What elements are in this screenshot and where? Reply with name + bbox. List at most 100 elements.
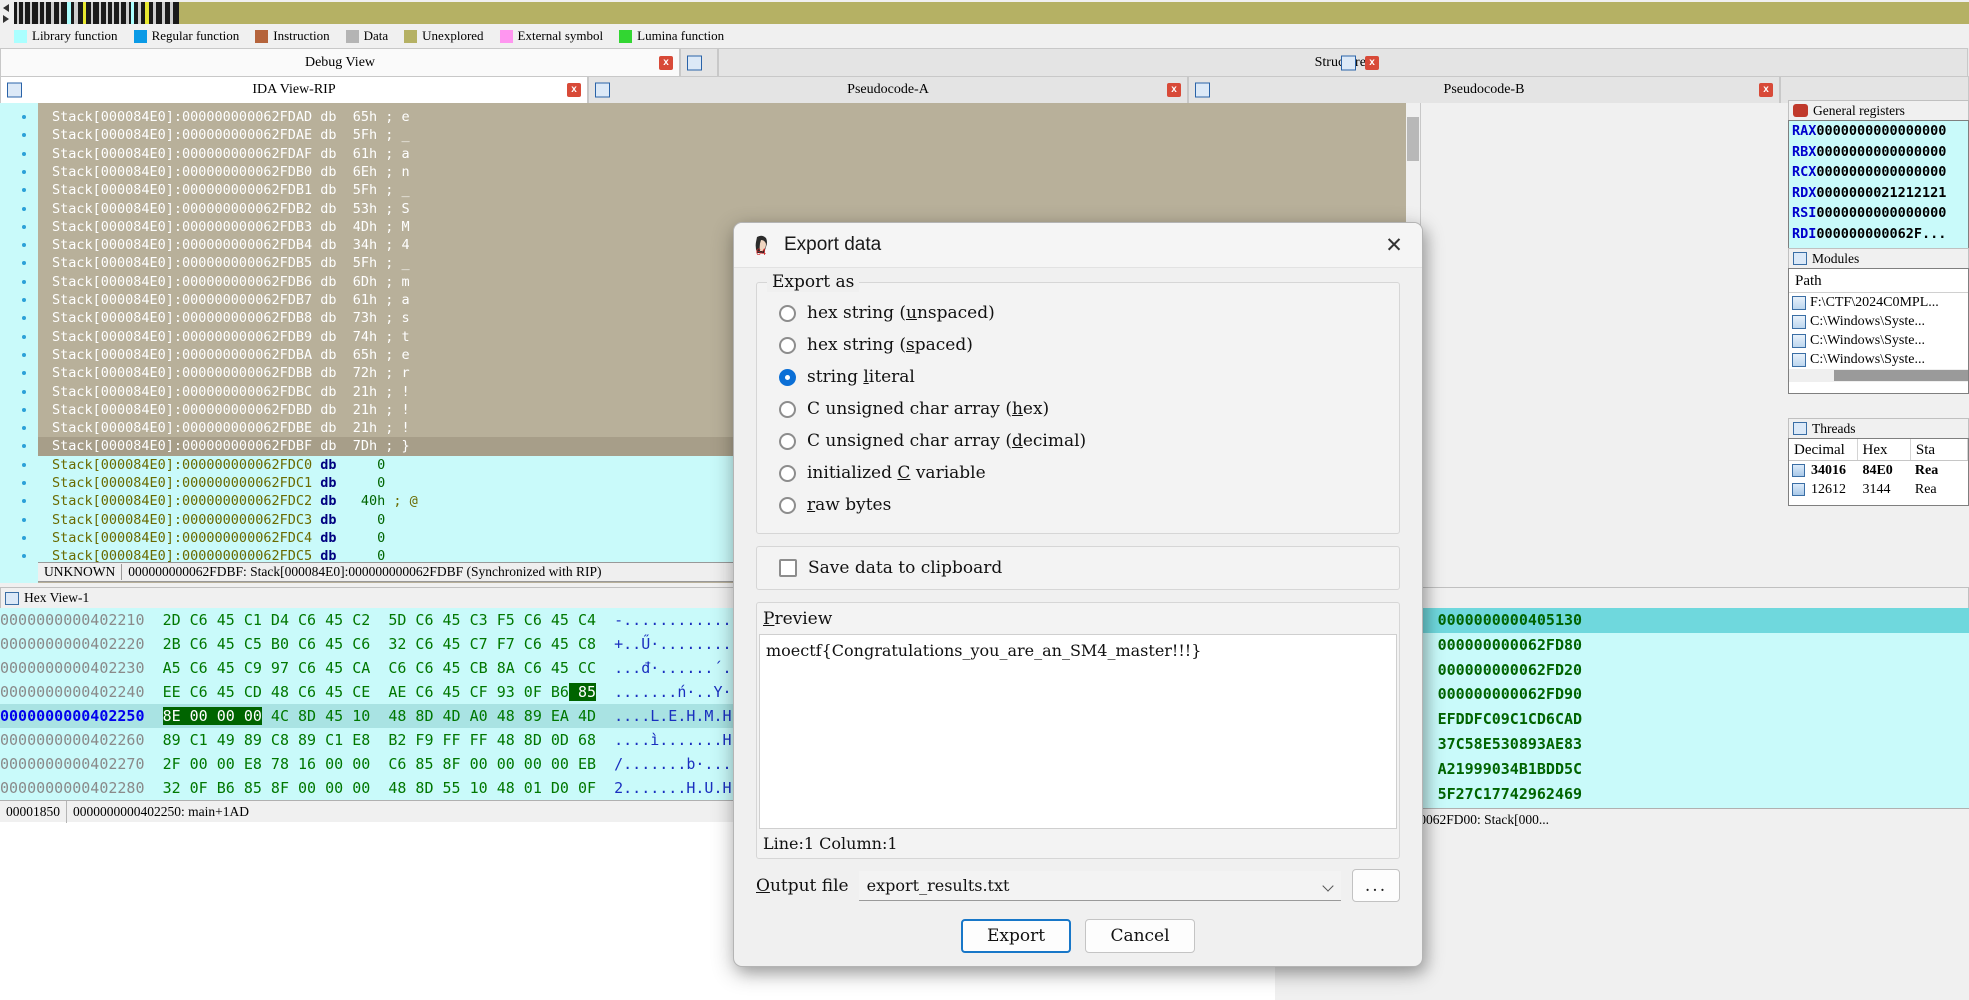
top-tab-bar[interactable]: Debug View x Structures x <box>0 48 1969 76</box>
disassembly-breakpoint-dot[interactable] <box>22 517 26 522</box>
navigator-strip[interactable] <box>14 1 1969 24</box>
register-value[interactable]: 0000000000000000 <box>1816 205 1946 221</box>
general-registers-body[interactable]: RAX0000000000000000 RBX0000000000000000 RC… <box>1788 120 1969 265</box>
hex-bytes[interactable]: 2B C6 45 C5 B0 C6 45 C6 32 C6 45 C7 F7 C… <box>163 635 596 653</box>
export-button[interactable]: Export <box>961 919 1071 953</box>
export-option-2[interactable]: string literal <box>767 361 1389 393</box>
export-option-radio[interactable] <box>779 496 796 514</box>
tab-ida-view-rip-close-icon[interactable]: x <box>567 83 581 97</box>
dialog-titlebar[interactable]: 64 Export data ✕ <box>734 223 1422 268</box>
modules-body[interactable]: Path F:\CTF\2024C0MPL... C:\Windows\Syste… <box>1788 268 1969 394</box>
disassembly-breakpoint-dot[interactable] <box>22 352 26 357</box>
export-option-6[interactable]: raw bytes <box>767 489 1389 521</box>
modules-scrollbar-thumb[interactable] <box>1834 370 1968 381</box>
disassembly-breakpoint-dot[interactable] <box>22 151 26 156</box>
register-row-rdi[interactable]: RDI000000000062F... <box>1789 224 1968 245</box>
hex-bytes[interactable]: 2F 00 00 E8 78 16 00 00 C6 85 8F 00 00 0… <box>163 755 596 773</box>
browse-button[interactable]: ... <box>1352 869 1400 902</box>
hex-bytes[interactable]: 8E 00 00 00 4C 8D 45 10 48 8D 4D A0 48 8… <box>162 707 596 725</box>
disassembly-breakpoint-dot[interactable] <box>22 206 26 211</box>
disassembly-line[interactable]: Stack[000084E0]:000000000062FDB7 db 61h … <box>38 291 410 309</box>
disassembly-breakpoint-dot[interactable] <box>22 298 26 302</box>
disassembly-line[interactable]: Stack[000084E0]:000000000062FDB0 db 6Eh … <box>38 163 410 181</box>
export-option-3[interactable]: C unsigned char array (hex) <box>767 393 1389 425</box>
tab-pseudocode-a-close-icon[interactable]: x <box>1167 83 1181 97</box>
export-option-0[interactable]: hex string (unspaced) <box>767 297 1389 329</box>
disassembly-line[interactable]: Stack[000084E0]:000000000062FDB3 db 4Dh … <box>38 218 410 236</box>
disassembly-line[interactable]: Stack[000084E0]:000000000062FDAD db 65h … <box>38 108 410 126</box>
threads-body[interactable]: Decimal Hex Sta 34016 84E0 Rea 12612 3144 Rea <box>1788 438 1969 506</box>
disassembly-breakpoint-dot[interactable] <box>22 462 26 467</box>
register-value[interactable]: 0000000021212121 <box>1816 185 1946 201</box>
disassembly-breakpoint-dot[interactable] <box>22 334 26 339</box>
register-row-rbx[interactable]: RBX0000000000000000 <box>1789 142 1968 163</box>
threads-column-decimal[interactable]: Decimal <box>1789 439 1858 460</box>
disassembly-breakpoint-dot[interactable] <box>22 224 26 229</box>
module-row[interactable]: C:\Windows\Syste... <box>1789 331 1968 350</box>
threads-column-hex[interactable]: Hex <box>1858 439 1911 460</box>
module-row[interactable]: F:\CTF\2024C0MPL... <box>1789 293 1968 312</box>
threads-panel[interactable]: Threads Decimal Hex Sta 34016 84E0 Rea 12612 3… <box>1788 418 1969 506</box>
export-option-radio[interactable] <box>779 368 796 386</box>
disassembly-line[interactable]: Stack[000084E0]:000000000062FDB8 db 73h … <box>38 309 410 327</box>
thread-row[interactable]: 34016 84E0 Rea <box>1789 461 1968 480</box>
threads-column-sta[interactable]: Sta <box>1911 439 1968 460</box>
register-value[interactable]: 000000000062F... <box>1816 226 1946 242</box>
tab-structures[interactable]: Structures x <box>718 48 1968 76</box>
disassembly-line[interactable]: Stack[000084E0]:000000000062FDC1 db 0 <box>38 474 386 493</box>
navigator-arrows[interactable] <box>0 0 14 25</box>
modules-panel[interactable]: Modules Path F:\CTF\2024C0MPL... C:\Windo… <box>1788 248 1969 394</box>
tab-debug-view[interactable]: Debug View x <box>0 48 680 76</box>
disassembly-breakpoint-dot[interactable] <box>22 169 26 174</box>
disassembly-line[interactable]: Stack[000084E0]:000000000062FDBB db 72h … <box>38 364 410 382</box>
hex-bytes[interactable]: A5 C6 45 C9 97 C6 45 CA C6 C6 45 CB 8A C… <box>163 659 596 677</box>
disassembly-line[interactable]: Stack[000084E0]:000000000062FDC3 db 0 <box>38 510 386 529</box>
register-row-rax[interactable]: RAX0000000000000000 <box>1789 121 1968 142</box>
register-value[interactable]: 0000000000000000 <box>1816 164 1946 180</box>
tab-debug-view-close-icon[interactable]: x <box>659 55 673 70</box>
disassembly-line[interactable]: Stack[000084E0]:000000000062FDB9 db 74h … <box>38 328 410 346</box>
tab-ida-view-rip[interactable]: IDA View-RIP x <box>0 76 588 103</box>
export-option-1[interactable]: hex string (spaced) <box>767 329 1389 361</box>
save-to-clipboard-row[interactable]: Save data to clipboard <box>767 553 1389 583</box>
export-option-radio[interactable] <box>779 304 796 322</box>
register-row-rdx[interactable]: RDX0000000021212121 <box>1789 183 1968 204</box>
sub-tab-bar[interactable]: IDA View-RIP x Pseudocode-A x Pseudocode… <box>0 76 1969 103</box>
navigator-prev-icon[interactable] <box>3 4 9 12</box>
export-option-radio[interactable] <box>779 336 796 354</box>
thread-row[interactable]: 12612 3144 Rea <box>1789 480 1968 499</box>
cancel-button[interactable]: Cancel <box>1085 919 1195 953</box>
disassembly-line[interactable]: Stack[000084E0]:000000000062FDAF db 61h … <box>38 145 410 163</box>
module-row[interactable]: C:\Windows\Syste... <box>1789 312 1968 331</box>
preview-textarea[interactable]: moectf{Congratulations_you_are_an_SM4_ma… <box>759 634 1397 829</box>
export-data-dialog[interactable]: 64 Export data ✕ Export as hex string (u… <box>733 222 1423 967</box>
disassembly-line[interactable]: Stack[000084E0]:000000000062FDB6 db 6Dh … <box>38 273 410 291</box>
export-option-radio[interactable] <box>779 432 796 450</box>
disassembly-breakpoint-dot[interactable] <box>22 115 26 119</box>
modules-scrollbar[interactable] <box>1789 369 1968 382</box>
register-row-rcx[interactable]: RCX0000000000000000 <box>1789 162 1968 183</box>
disassembly-breakpoint-dot[interactable] <box>22 279 26 284</box>
disassembly-breakpoint-dot[interactable] <box>22 481 26 485</box>
chevron-down-icon[interactable] <box>1322 879 1334 892</box>
save-to-clipboard-checkbox[interactable] <box>779 559 797 577</box>
tab-pseudocode-b[interactable]: Pseudocode-B x <box>1188 76 1780 103</box>
disassembly-line[interactable]: Stack[000084E0]:000000000062FDBE db 21h … <box>38 419 410 437</box>
disassembly-line[interactable]: Stack[000084E0]:000000000062FDAE db 5Fh … <box>38 126 410 144</box>
hex-bytes[interactable]: 32 0F B6 85 8F 00 00 00 48 8D 55 10 48 0… <box>163 779 596 797</box>
dialog-close-icon[interactable]: ✕ <box>1376 229 1412 261</box>
disassembly-line[interactable]: Stack[000084E0]:000000000062FDC2 db 40h … <box>38 492 418 511</box>
disassembly-breakpoint-dot[interactable] <box>22 407 26 412</box>
output-file-row[interactable]: Output file export_results.txt ... <box>756 869 1400 902</box>
tab-pseudocode-b-close-icon[interactable]: x <box>1759 83 1773 97</box>
disassembly-line[interactable]: Stack[000084E0]:000000000062FDBD db 21h … <box>38 401 410 419</box>
disassembly-line[interactable]: Stack[000084E0]:000000000062FDB1 db 5Fh … <box>38 181 410 199</box>
disassembly-line[interactable]: Stack[000084E0]:000000000062FDC0 db 0 <box>38 455 386 474</box>
disassembly-line[interactable]: Stack[000084E0]:000000000062FDB2 db 53h … <box>38 200 410 218</box>
hex-bytes[interactable]: 2D C6 45 C1 D4 C6 45 C2 5D C6 45 C3 F5 C… <box>163 611 596 629</box>
hex-bytes[interactable]: 89 C1 49 89 C8 89 C1 E8 B2 F9 FF FF 48 8… <box>163 731 596 749</box>
tab-structures-ghost[interactable] <box>680 48 718 76</box>
export-option-5[interactable]: initialized C variable <box>767 457 1389 489</box>
export-option-4[interactable]: C unsigned char array (decimal) <box>767 425 1389 457</box>
disassembly-breakpoint-dot[interactable] <box>22 535 26 540</box>
